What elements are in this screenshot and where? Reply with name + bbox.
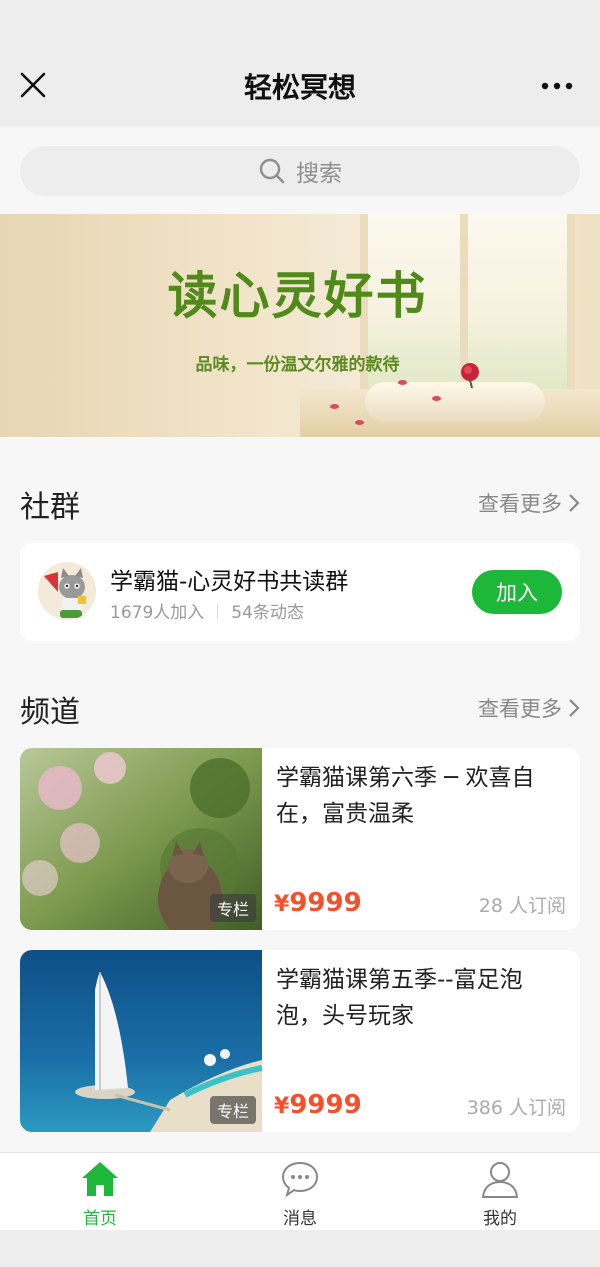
- nav-bar: 轻松冥想: [0, 0, 600, 127]
- see-more-label: 查看更多: [478, 492, 562, 516]
- message-icon: [281, 1161, 319, 1198]
- community-section-header: 社群 查看更多: [20, 482, 580, 525]
- channel-subscribers: 386 人订阅: [466, 1097, 566, 1119]
- tab-bar: 首页 消息 我的: [0, 1152, 600, 1230]
- search-placeholder: 搜索: [296, 161, 342, 187]
- promo-banner[interactable]: 读心灵好书 品味，一份温文尔雅的款待: [0, 214, 600, 437]
- profile-icon: [481, 1162, 519, 1198]
- tab-label: 首页: [83, 1209, 117, 1229]
- petal: [398, 380, 407, 385]
- banner-subtitle: 品味，一份温文尔雅的款待: [195, 355, 400, 375]
- group-post-count: 54条动态: [231, 603, 304, 623]
- channel-price: ¥9999: [274, 888, 362, 918]
- tab-profile[interactable]: 我的: [400, 1153, 600, 1231]
- see-more-label: 查看更多: [478, 697, 562, 721]
- tab-home[interactable]: 首页: [0, 1153, 200, 1231]
- channel-card[interactable]: 专栏 学霸猫课第六季 ─ 欢喜自在，富贵温柔 ¥9999 28 人订阅: [20, 748, 580, 930]
- page-content: 搜索 读心灵好书 品味，一份温文尔雅的款待 社群 查看更多 学霸猫-心灵好书共读…: [0, 127, 600, 1152]
- tab-messages[interactable]: 消息: [200, 1153, 400, 1231]
- group-meta: 1679人加入 54条动态: [110, 598, 304, 623]
- group-avatar: [38, 562, 96, 620]
- group-name: 学霸猫-心灵好书共读群: [110, 569, 349, 595]
- channel-tag: 专栏: [209, 894, 256, 922]
- petal: [330, 404, 339, 409]
- page-title: 轻松冥想: [243, 71, 356, 104]
- home-icon: [82, 1162, 118, 1196]
- channel-thumbnail-dubai: 专栏: [20, 950, 262, 1132]
- channel-title: 学霸猫课第六季 ─ 欢喜自在，富贵温柔: [276, 765, 535, 827]
- tab-label: 我的: [483, 1209, 517, 1229]
- channel-price: ¥9999: [274, 1090, 362, 1120]
- channel-see-more-link[interactable]: 查看更多: [478, 693, 580, 723]
- bottom-safe-area: [0, 1230, 600, 1267]
- channel-tag: 专栏: [209, 1096, 256, 1124]
- channel-subscribers: 28 人订阅: [478, 895, 566, 917]
- channel-heading: 频道: [20, 695, 80, 730]
- banner-scroll: [365, 382, 545, 422]
- channel-card[interactable]: 专栏 学霸猫课第五季--富足泡泡，头号玩家 ¥9999 386 人订阅: [20, 950, 580, 1132]
- banner-title: 读心灵好书: [167, 267, 428, 325]
- chevron-right-icon: [569, 494, 580, 512]
- channel-title: 学霸猫课第五季--富足泡泡，头号玩家: [276, 967, 523, 1029]
- chevron-right-icon: [569, 699, 580, 717]
- search-bar[interactable]: 搜索: [20, 146, 580, 196]
- group-card[interactable]: 学霸猫-心灵好书共读群 1679人加入 54条动态 加入: [20, 543, 580, 641]
- community-see-more-link[interactable]: 查看更多: [478, 488, 580, 518]
- community-heading: 社群: [20, 490, 80, 525]
- divider: [217, 602, 219, 619]
- tab-label: 消息: [283, 1209, 317, 1229]
- channel-section-header: 频道 查看更多: [20, 687, 580, 730]
- join-group-button[interactable]: 加入: [472, 570, 562, 614]
- more-dots-icon[interactable]: [540, 74, 574, 98]
- search-icon: [259, 158, 285, 184]
- petal: [432, 396, 441, 401]
- petal: [355, 420, 364, 425]
- channel-thumbnail-cat: 专栏: [20, 748, 262, 930]
- cat-avatar-icon: [44, 568, 86, 618]
- group-member-count: 1679人加入: [110, 603, 205, 623]
